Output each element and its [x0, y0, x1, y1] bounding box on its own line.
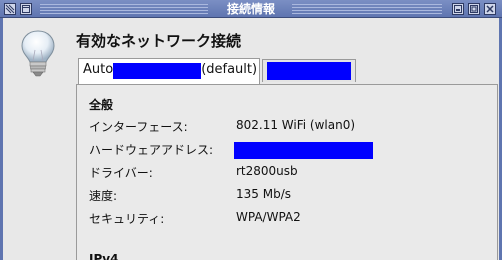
section-title-general: 全般 — [89, 98, 114, 112]
value-speed: 135 Mb/s — [236, 187, 291, 201]
shade-icon — [22, 5, 30, 13]
window-minimize-button[interactable] — [452, 3, 464, 15]
window-maximize-button[interactable] — [468, 3, 480, 15]
tab-label: Auto (default) — [83, 62, 257, 79]
menu-icon — [5, 4, 15, 14]
window-frame-left — [0, 18, 3, 260]
value-security: WPA/WPA2 — [236, 210, 301, 224]
label-security: セキュリティ: — [89, 212, 165, 226]
redacted-hardware-address — [234, 142, 373, 159]
tab-second-connection[interactable] — [262, 59, 356, 82]
redacted-tab-label — [267, 62, 351, 80]
tab-auto-default[interactable]: Auto (default) — [78, 58, 260, 84]
page-title: 有効なネットワーク接続 — [76, 32, 242, 50]
window-menu-button[interactable] — [4, 3, 16, 15]
window-titlebar[interactable]: 接続情報 — [0, 0, 502, 18]
maximize-icon — [470, 5, 478, 13]
tab-label-prefix: Auto — [83, 62, 114, 77]
tab-label-suffix: (default) — [201, 62, 258, 77]
redacted-connection-name — [113, 63, 202, 79]
value-driver: rt2800usb — [236, 164, 298, 178]
value-interface: 802.11 WiFi (wlan0) — [236, 118, 356, 132]
minimize-icon — [454, 5, 462, 13]
section-title-ipv4: IPv4 — [89, 252, 119, 260]
label-speed: 速度: — [89, 189, 118, 203]
window-title: 接続情報 — [226, 2, 275, 16]
close-icon — [486, 5, 494, 13]
window-shade-button[interactable] — [20, 3, 32, 15]
label-hardware-address: ハードウェアアドレス: — [89, 143, 214, 157]
window-close-button[interactable] — [484, 3, 496, 15]
label-interface: インターフェース: — [89, 120, 188, 134]
label-driver: ドライバー: — [89, 166, 153, 180]
lightbulb-icon — [21, 30, 55, 77]
